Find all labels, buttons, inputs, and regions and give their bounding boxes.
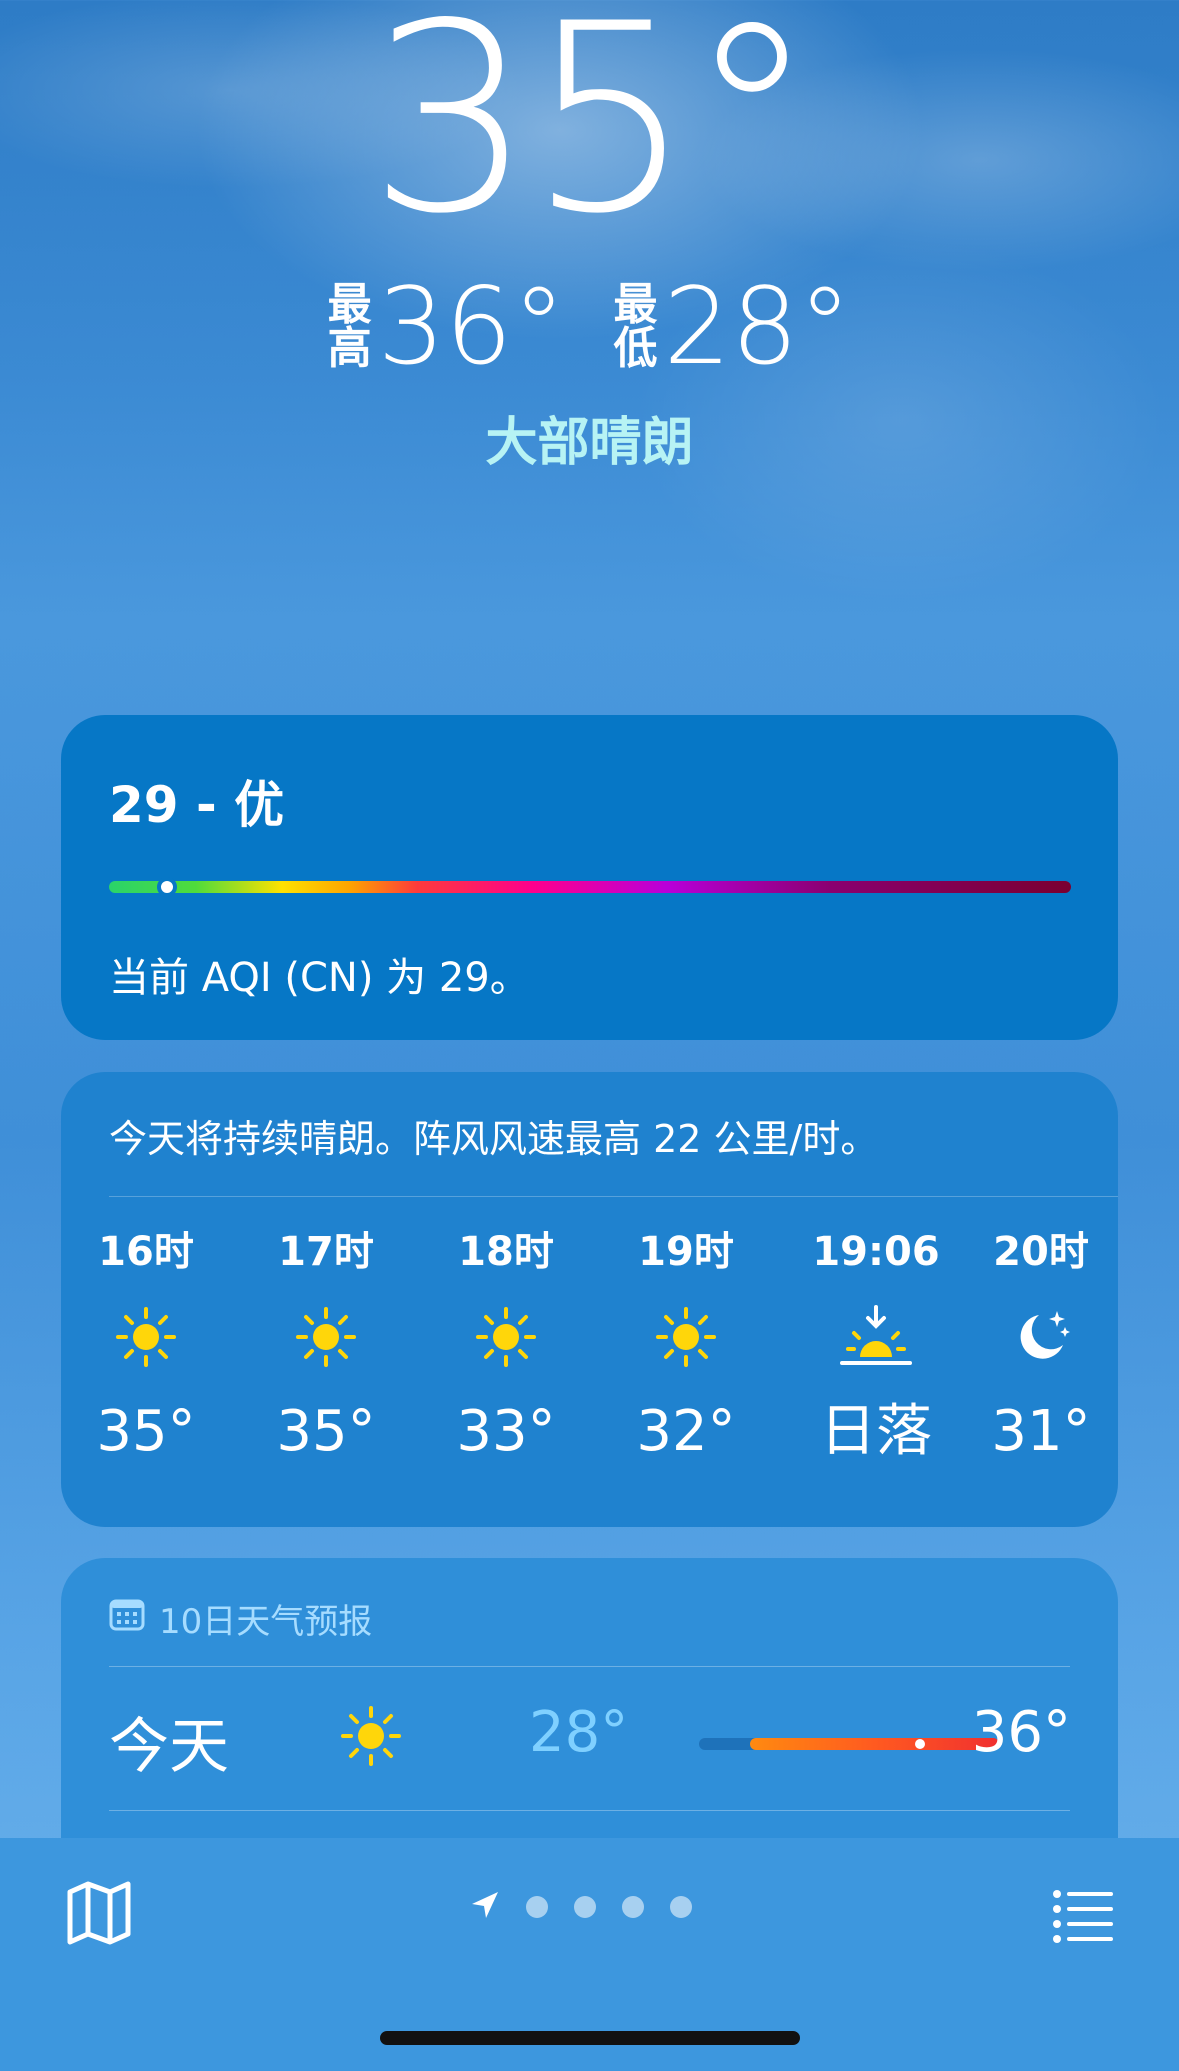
high-low-row: 最 高 36° 最 低 28° [0, 272, 1179, 382]
hourly-scroller[interactable]: 16时 35° 17时 35° 18时 33° 19时 32° 19:06 日落… [61, 1222, 1118, 1482]
hour-temp: 35° [276, 1399, 376, 1464]
page-indicator[interactable] [470, 1890, 692, 1924]
sun-icon [591, 1282, 781, 1392]
moon-stars-icon [946, 1282, 1118, 1392]
aqi-description: 当前 AQI (CN) 为 29。 [109, 955, 530, 1001]
aqi-card[interactable]: 29 - 优 当前 AQI (CN) 为 29。 [61, 715, 1118, 1040]
hourly-summary: 今天将持续晴朗。阵风风速最高 22 公里/时。 [109, 1117, 879, 1161]
sun-icon [339, 1704, 403, 1772]
day-low-temp: 28° [529, 1700, 629, 1765]
page-dot[interactable] [526, 1896, 548, 1918]
hour-item: 17时 35° [231, 1222, 421, 1472]
aqi-indicator [156, 877, 177, 897]
hour-item-sunset: 19:06 日落 [781, 1222, 971, 1472]
condition-text: 大部晴朗 [485, 413, 694, 473]
page-dot[interactable] [670, 1896, 692, 1918]
divider [109, 1666, 1070, 1667]
current-temp-marker [915, 1739, 925, 1749]
high-label: 最 高 [327, 279, 372, 374]
sun-icon [411, 1282, 601, 1392]
hour-time: 18时 [458, 1229, 554, 1275]
temp-range-fill [750, 1738, 999, 1750]
map-icon[interactable] [64, 1878, 134, 1948]
bottom-toolbar [0, 1838, 1179, 2071]
location-arrow-icon [470, 1890, 500, 1924]
hour-time: 20时 [993, 1229, 1089, 1275]
home-indicator [380, 2031, 800, 2045]
hour-item: 19时 32° [591, 1222, 781, 1472]
hour-temp: 日落 [820, 1399, 932, 1464]
ten-day-title: 10日天气预报 [159, 1602, 373, 1642]
hour-item: 16时 35° [61, 1222, 241, 1472]
hour-temp: 32° [636, 1399, 736, 1464]
low-temp-group: 最 低 28° [614, 272, 852, 382]
low-label: 最 低 [613, 279, 658, 374]
aqi-scale-bar [109, 877, 1071, 897]
sun-icon [61, 1282, 241, 1392]
high-temp-group: 最 高 36° [328, 272, 566, 382]
hour-item: 18时 33° [411, 1222, 601, 1472]
hour-time: 16时 [98, 1229, 194, 1275]
hour-time: 17时 [278, 1229, 374, 1275]
temp-range-track [699, 1738, 999, 1750]
divider [109, 1196, 1118, 1197]
day-name: 今天 [109, 1712, 229, 1782]
hour-temp: 35° [96, 1399, 196, 1464]
page-dot[interactable] [622, 1896, 644, 1918]
day-row-today[interactable]: 今天 28° 36° [109, 1670, 1071, 1810]
hourly-forecast-card[interactable]: 今天将持续晴朗。阵风风速最高 22 公里/时。 16时 35° 17时 35° … [61, 1072, 1118, 1527]
ten-day-header: 10日天气预报 [109, 1594, 372, 1643]
aqi-title: 29 - 优 [109, 776, 285, 834]
day-high-temp: 36° [971, 1700, 1071, 1765]
sunset-icon [781, 1282, 971, 1392]
hour-time: 19:06 [812, 1229, 940, 1275]
sun-icon [231, 1282, 421, 1392]
hour-temp: 31° [991, 1399, 1091, 1464]
page-dot[interactable] [574, 1896, 596, 1918]
low-temp: 28° [663, 265, 852, 388]
calendar-icon [109, 1597, 145, 1640]
divider [109, 1810, 1070, 1811]
hour-time: 19时 [638, 1229, 734, 1275]
hour-temp: 33° [456, 1399, 556, 1464]
high-temp: 36° [377, 265, 566, 388]
list-icon[interactable] [1051, 1882, 1115, 1946]
current-temperature: 35° [368, 0, 817, 271]
hour-item: 20时 31° [946, 1222, 1118, 1472]
